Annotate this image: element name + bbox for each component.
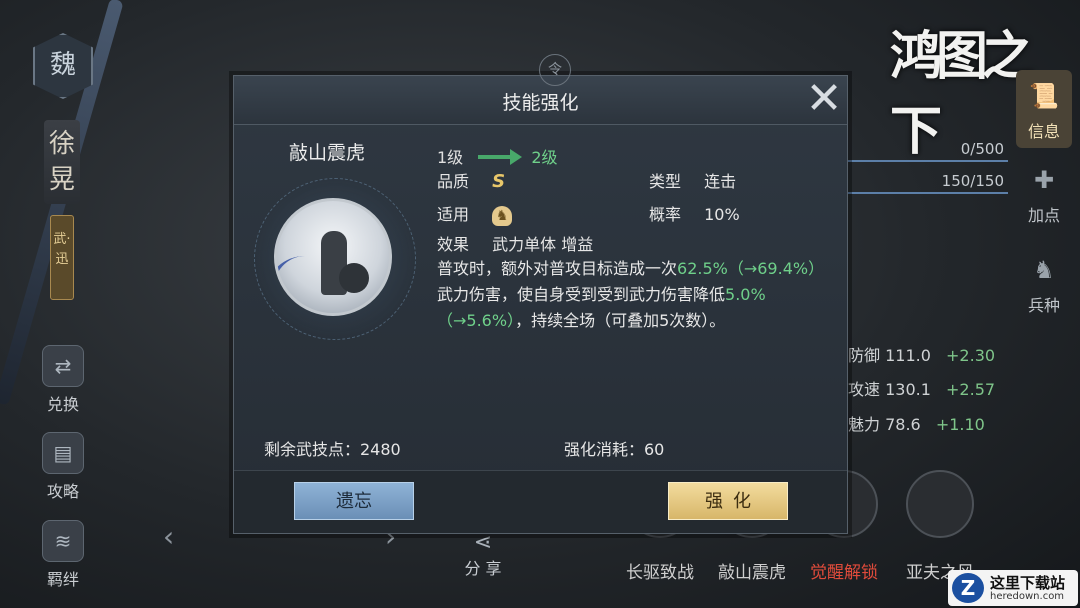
dialog-header: 技能强化 ✕ (234, 76, 847, 125)
points-tab[interactable]: ✚ 加点 (1016, 160, 1072, 226)
level-to: 2级 (531, 148, 558, 167)
type-value: 连击 (704, 172, 737, 191)
enhance-cost: 强化消耗：60 (564, 440, 665, 459)
info-tab[interactable]: 📜 信息 (1016, 70, 1072, 148)
stat-name: 攻速 (848, 380, 881, 399)
remaining-points: 剩余武技点：2480 (264, 440, 401, 459)
applies-label: 适用 (437, 205, 470, 224)
applies-row: 适用 ♞ (437, 201, 513, 226)
skill-slot-label: 敲山震虎 (718, 563, 786, 583)
stat-delta: +2.30 (946, 346, 996, 365)
info-label: 信息 (1027, 122, 1060, 141)
desc-text: ，持续全场（可叠加5次数）。 (515, 311, 726, 330)
stat-value: 78.6 (885, 415, 921, 434)
skill-name: 敲山震虎 (289, 142, 366, 164)
stat-bar: 0/500 (848, 140, 1018, 162)
skill-portrait-icon (274, 198, 392, 316)
exchange-icon: ⇄ (42, 345, 84, 387)
stat-bar: 150/150 (848, 172, 1018, 194)
enhance-button[interactable]: 强化 (668, 482, 788, 520)
desc-text: 武力伤害，使自身受到受到武力伤害降低 (437, 285, 726, 304)
skill-slot-icon (906, 470, 974, 538)
arrow-right-icon (478, 148, 523, 165)
stat-delta: +1.10 (935, 415, 985, 434)
share-button[interactable]: ⋖ 分 享 (458, 530, 508, 579)
quality-value: S (492, 171, 506, 192)
stat-bar-value: 0/500 (960, 140, 1004, 158)
close-icon[interactable]: ✕ (804, 77, 844, 121)
site-watermark: Z 这里下载站 heredown.com (948, 570, 1078, 606)
order-badge: 令 (539, 54, 571, 86)
bond-button[interactable]: ≋ 羁绊 (38, 520, 88, 590)
exchange-label: 兑换 (46, 395, 79, 414)
horse-icon: ♞ (1033, 256, 1055, 284)
watermark-url: heredown.com (990, 591, 1065, 602)
guide-button[interactable]: ▤ 攻略 (38, 432, 88, 502)
skill-slot-label: 觉醒解锁 (810, 563, 878, 583)
scroll-icon: ▤ (42, 432, 84, 474)
cavalry-icon: ♞ (492, 205, 513, 226)
level-change: 1级 2级 (437, 144, 558, 168)
effect-row: 效果 武力单体 增益 (437, 231, 593, 255)
effect-value: 武力单体 增益 (492, 235, 594, 254)
stat-name: 防御 (848, 346, 881, 365)
stat-value: 111.0 (885, 346, 931, 365)
watermark-brand: 这里下载站 (990, 574, 1066, 592)
share-label: 分 享 (464, 559, 502, 578)
right-sidebar: 📜 信息 ✚ 加点 ♞ 兵种 (1010, 0, 1080, 608)
guide-label: 攻略 (46, 482, 79, 501)
type-label: 类型 (649, 172, 682, 191)
forget-button[interactable]: 遗忘 (294, 482, 414, 520)
stat-bar-value: 150/150 (941, 172, 1004, 190)
stat-row: 魅力 78.6 +1.10 (848, 411, 985, 435)
bond-icon: ≋ (42, 520, 84, 562)
hero-name: 徐晃 (44, 120, 80, 204)
stat-value: 130.1 (885, 380, 931, 399)
troops-tab[interactable]: ♞ 兵种 (1016, 250, 1072, 316)
stat-delta: +2.57 (946, 380, 996, 399)
troops-label: 兵种 (1027, 296, 1060, 315)
prev-arrow-icon[interactable]: ‹ (163, 520, 174, 553)
skill-description: 普攻时，额外对普攻目标造成一次62.5%（→69.4%）武力伤害，使自身受到受到… (437, 256, 829, 334)
effect-label: 效果 (437, 235, 470, 254)
exchange-button[interactable]: ⇄ 兑换 (38, 345, 88, 415)
level-from: 1级 (437, 148, 464, 167)
plus-points-icon: ✚ (1033, 166, 1055, 194)
dialog-title: 技能强化 (502, 92, 579, 114)
rate-value: 10% (704, 205, 740, 224)
hero-tag: 武·迅 (50, 215, 74, 300)
rate-label: 概率 (649, 205, 682, 224)
skill-slot-label: 长驱致战 (626, 563, 694, 583)
quality-label: 品质 (437, 172, 470, 191)
faction-badge: 魏 (33, 33, 93, 99)
points-label: 加点 (1027, 206, 1060, 225)
left-sidebar: 魏 徐晃 武·迅 ⇄ 兑换 ▤ 攻略 ≋ 羁绊 (0, 0, 120, 608)
desc-value: （→69.4%） (727, 259, 825, 278)
rate-row: 概率 10% (649, 201, 740, 225)
quality-row: 品质 S (437, 168, 505, 192)
stat-name: 魅力 (848, 415, 881, 434)
bottom-skill[interactable]: 亚夫之风 (900, 470, 980, 583)
type-row: 类型 连击 (649, 168, 736, 192)
scroll-icon: 📜 (1029, 82, 1059, 110)
site-logo-icon: Z (952, 573, 984, 603)
desc-value: 62.5% (677, 259, 728, 278)
bond-label: 羁绊 (46, 570, 79, 589)
skill-enhance-dialog: 技能强化 ✕ 令 敲山震虎 1级 2级 品质 S 类型 连击 适用 ♞ 概率 1… (233, 54, 848, 534)
background-stats-panel: 0/500 150/150 (848, 140, 1018, 194)
stat-row: 防御 111.0 +2.30 (848, 342, 995, 366)
stat-row: 攻速 130.1 +2.57 (848, 376, 995, 400)
desc-text: 普攻时，额外对普攻目标造成一次 (437, 259, 678, 278)
